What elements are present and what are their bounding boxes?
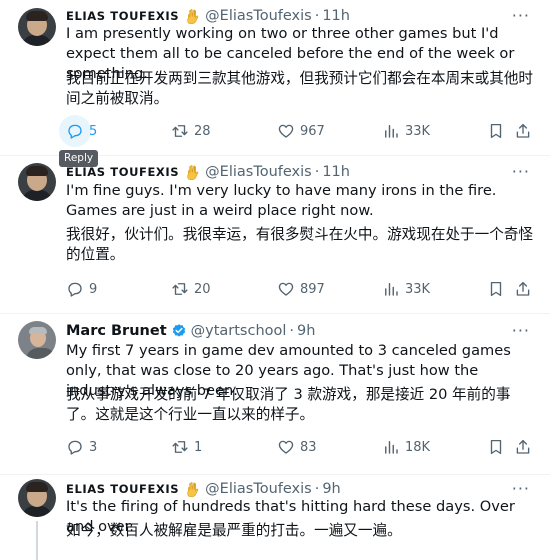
like-icon [277,438,295,456]
author-handle[interactable]: @EliasToufexis [205,481,312,497]
author-name[interactable]: ELIAS TOUFEXIS [66,9,179,23]
reply-count: 9 [89,281,98,297]
vulcan-salute-emoji [186,9,200,24]
action-bar: 5 28 967 33K [59,115,537,147]
tweet-text: I'm fine guys. I'm very lucky to have ma… [66,182,497,219]
timestamp[interactable]: 11h [322,8,350,24]
tweet-translation: 我目前正在开发两到三款其他游戏，但我预计它们都会在本周末或其他时间之前被取消。 [66,70,534,107]
retweet-button[interactable]: 20 [171,280,211,298]
more-options-icon[interactable]: ··· [512,162,530,181]
views-icon [382,438,400,456]
views-button[interactable]: 33K [382,280,430,298]
reply-icon [66,438,84,456]
reply-count: 5 [89,123,98,139]
reply-button[interactable]: 5 [59,115,98,147]
retweet-button[interactable]: 28 [171,122,211,140]
author-handle[interactable]: @EliasToufexis [205,164,312,180]
share-icon [514,438,532,456]
retweet-icon [171,438,189,456]
author-handle[interactable]: @ytartschool [191,323,287,339]
retweet-icon [171,122,189,140]
views-count: 33K [405,281,431,297]
action-bar: 9 20 897 33K [60,280,536,302]
retweet-count: 28 [194,123,211,139]
author-name[interactable]: Marc Brunet [66,323,167,339]
timestamp[interactable]: 11h [322,164,350,180]
like-button[interactable]: 967 [277,122,325,140]
retweet-count: 20 [194,281,211,297]
separator-dot: · [314,481,320,497]
tweet[interactable]: ELIAS TOUFEXIS @EliasToufexis · 11h ··· … [0,0,550,155]
more-options-icon[interactable]: ··· [512,6,530,25]
tweet-translation: 我很好，伙计们。我很幸运，有很多熨斗在火中。游戏现在处于一个奇怪的位置。 [66,226,534,263]
separator-dot: · [314,8,320,24]
reply-count: 3 [89,439,98,455]
views-count: 18K [405,439,431,455]
separator-dot: · [289,323,295,339]
like-button[interactable]: 897 [277,280,325,298]
separator-dot: · [314,164,320,180]
timestamp[interactable]: 9h [322,481,340,497]
like-count: 967 [300,123,325,139]
like-count: 897 [300,281,325,297]
bookmark-button[interactable] [487,438,510,456]
bookmark-icon [487,438,505,456]
tweet-translation: 我从事游戏开发的前 7 年仅取消了 3 款游戏，那是接近 20 年前的事了。这就… [66,386,511,423]
like-icon [277,280,295,298]
thread-line [36,521,38,560]
like-count: 83 [300,439,317,455]
author-handle[interactable]: @EliasToufexis [205,8,312,24]
tweet[interactable]: ELIAS TOUFEXIS @EliasToufexis · 11h ··· … [0,156,550,313]
share-icon [514,122,532,140]
bookmark-icon [487,280,505,298]
tweet-header: Marc Brunet @ytartschool · 9h ··· [66,321,534,341]
avatar[interactable] [18,479,56,517]
retweet-icon [171,280,189,298]
share-button[interactable] [514,122,537,140]
reply-icon [66,280,84,298]
avatar[interactable] [18,321,56,359]
vulcan-salute-emoji [186,165,200,180]
author-name[interactable]: ELIAS TOUFEXIS [66,482,179,496]
more-options-icon[interactable]: ··· [512,479,530,498]
tweet-header: ELIAS TOUFEXIS @EliasToufexis · 9h ··· [66,479,534,499]
views-button[interactable]: 33K [382,122,430,140]
vulcan-salute-emoji [186,482,200,497]
more-options-icon[interactable]: ··· [512,321,530,340]
like-button[interactable]: 83 [277,438,317,456]
views-button[interactable]: 18K [382,438,430,456]
reply-button[interactable]: 3 [66,438,97,456]
tweet-header: ELIAS TOUFEXIS @EliasToufexis · 11h ··· [66,162,534,182]
tweet-translation: 如今，数百人被解雇是最严重的打击。一遍又一遍。 [66,522,402,539]
verified-badge-icon [171,323,187,339]
reply-button[interactable]: 9 [66,280,97,298]
like-icon [277,122,295,140]
bookmark-button[interactable] [487,280,510,298]
avatar[interactable] [18,163,56,201]
reply-icon [66,122,84,140]
bookmark-button[interactable] [487,122,510,140]
views-count: 33K [405,123,431,139]
author-name[interactable]: ELIAS TOUFEXIS [66,165,179,179]
share-button[interactable] [514,438,537,456]
reply-tooltip: Reply [59,150,99,167]
tweet[interactable]: Marc Brunet @ytartschool · 9h ··· My fir… [0,314,550,474]
views-icon [382,122,400,140]
retweet-button[interactable]: 1 [171,438,202,456]
timestamp[interactable]: 9h [297,323,315,339]
action-bar: 3 1 83 18K [60,438,536,460]
tweet[interactable]: ELIAS TOUFEXIS @EliasToufexis · 9h ··· I… [0,475,550,560]
retweet-count: 1 [194,439,203,455]
share-icon [514,280,532,298]
bookmark-icon [487,122,505,140]
share-button[interactable] [514,280,537,298]
tweet-header: ELIAS TOUFEXIS @EliasToufexis · 11h ··· [66,6,534,26]
avatar[interactable] [18,8,56,46]
views-icon [382,280,400,298]
